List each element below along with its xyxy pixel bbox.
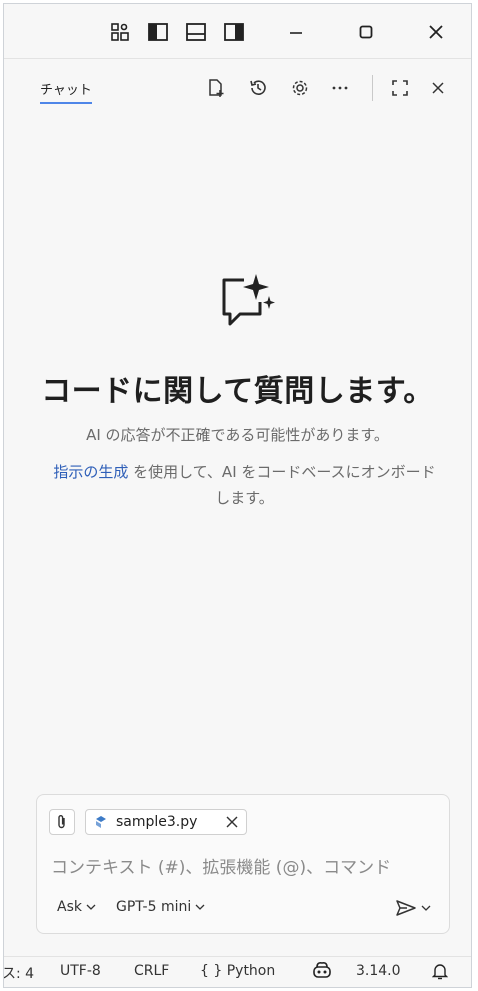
attach-context-button[interactable] — [49, 809, 75, 835]
welcome-title: コードに関して質問します。 — [41, 374, 434, 409]
status-encoding[interactable]: UTF-8 — [60, 963, 101, 979]
tab-chat[interactable]: チャット — [40, 79, 92, 104]
more-icon[interactable] — [326, 74, 354, 102]
chat-sparkle-icon — [214, 272, 278, 332]
onboard-message: 指示の生成 を使用して、AI をコードベースにオンボードします。 — [46, 459, 443, 511]
maximize-icon[interactable] — [350, 16, 382, 48]
settings-gear-icon[interactable] — [286, 74, 314, 102]
status-indentation[interactable]: ス: 4 — [4, 963, 34, 983]
model-label: GPT-5 mini — [115, 899, 192, 915]
window-close-icon[interactable] — [420, 16, 452, 48]
context-file-chip[interactable]: sample3.py — [85, 809, 247, 835]
layout-customize-icon[interactable] — [104, 16, 136, 48]
paperclip-icon — [58, 815, 65, 829]
mode-picker[interactable]: Ask — [57, 899, 96, 915]
minimize-icon[interactable] — [280, 16, 312, 48]
maximize-view-icon[interactable] — [386, 74, 414, 102]
chevron-down-icon — [86, 904, 96, 910]
copilot-icon[interactable] — [312, 961, 332, 983]
history-icon[interactable] — [244, 74, 272, 102]
chat-input-box[interactable]: sample3.py コンテキスト (#)、拡張機能 (@)、コマンド Ask … — [36, 794, 450, 934]
chat-mode-bar: Ask GPT-5 mini — [57, 899, 205, 915]
status-language[interactable]: { } Python — [200, 963, 275, 979]
title-bar — [4, 4, 471, 59]
toggle-panel-icon[interactable] — [180, 16, 212, 48]
python-file-icon — [96, 816, 106, 828]
toggle-primary-sidebar-icon[interactable] — [142, 16, 174, 48]
welcome-disclaimer: AI の応答が不正確である可能性があります。 — [86, 426, 389, 444]
mode-label: Ask — [57, 899, 82, 915]
send-icon — [396, 900, 416, 916]
toggle-secondary-sidebar-icon[interactable] — [218, 16, 250, 48]
status-bar: ス: 4 UTF-8 CRLF { } Python 3.14.0 — [4, 956, 471, 987]
chat-input-placeholder[interactable]: コンテキスト (#)、拡張機能 (@)、コマンド — [51, 853, 391, 878]
chevron-down-icon — [195, 904, 205, 910]
generate-instructions-link[interactable]: 指示の生成 — [53, 463, 128, 481]
context-file-name: sample3.py — [116, 814, 198, 830]
chevron-down-icon[interactable] — [421, 904, 431, 912]
remove-file-icon[interactable] — [226, 816, 238, 828]
status-eol[interactable]: CRLF — [134, 963, 169, 979]
status-python-version[interactable]: 3.14.0 — [356, 963, 401, 979]
vscode-window: チャット コードに関して質問します。 AI の応答が不正確である可能性があります… — [3, 3, 472, 988]
close-chat-icon[interactable] — [424, 74, 452, 102]
send-button[interactable] — [395, 899, 431, 917]
bell-icon[interactable] — [431, 962, 449, 984]
chat-header: チャット — [4, 59, 471, 117]
header-separator — [372, 75, 373, 101]
onboard-text: を使用して、AI をコードベースにオンボードします。 — [128, 463, 436, 507]
model-picker[interactable]: GPT-5 mini — [116, 899, 205, 915]
new-chat-icon[interactable] — [202, 74, 230, 102]
